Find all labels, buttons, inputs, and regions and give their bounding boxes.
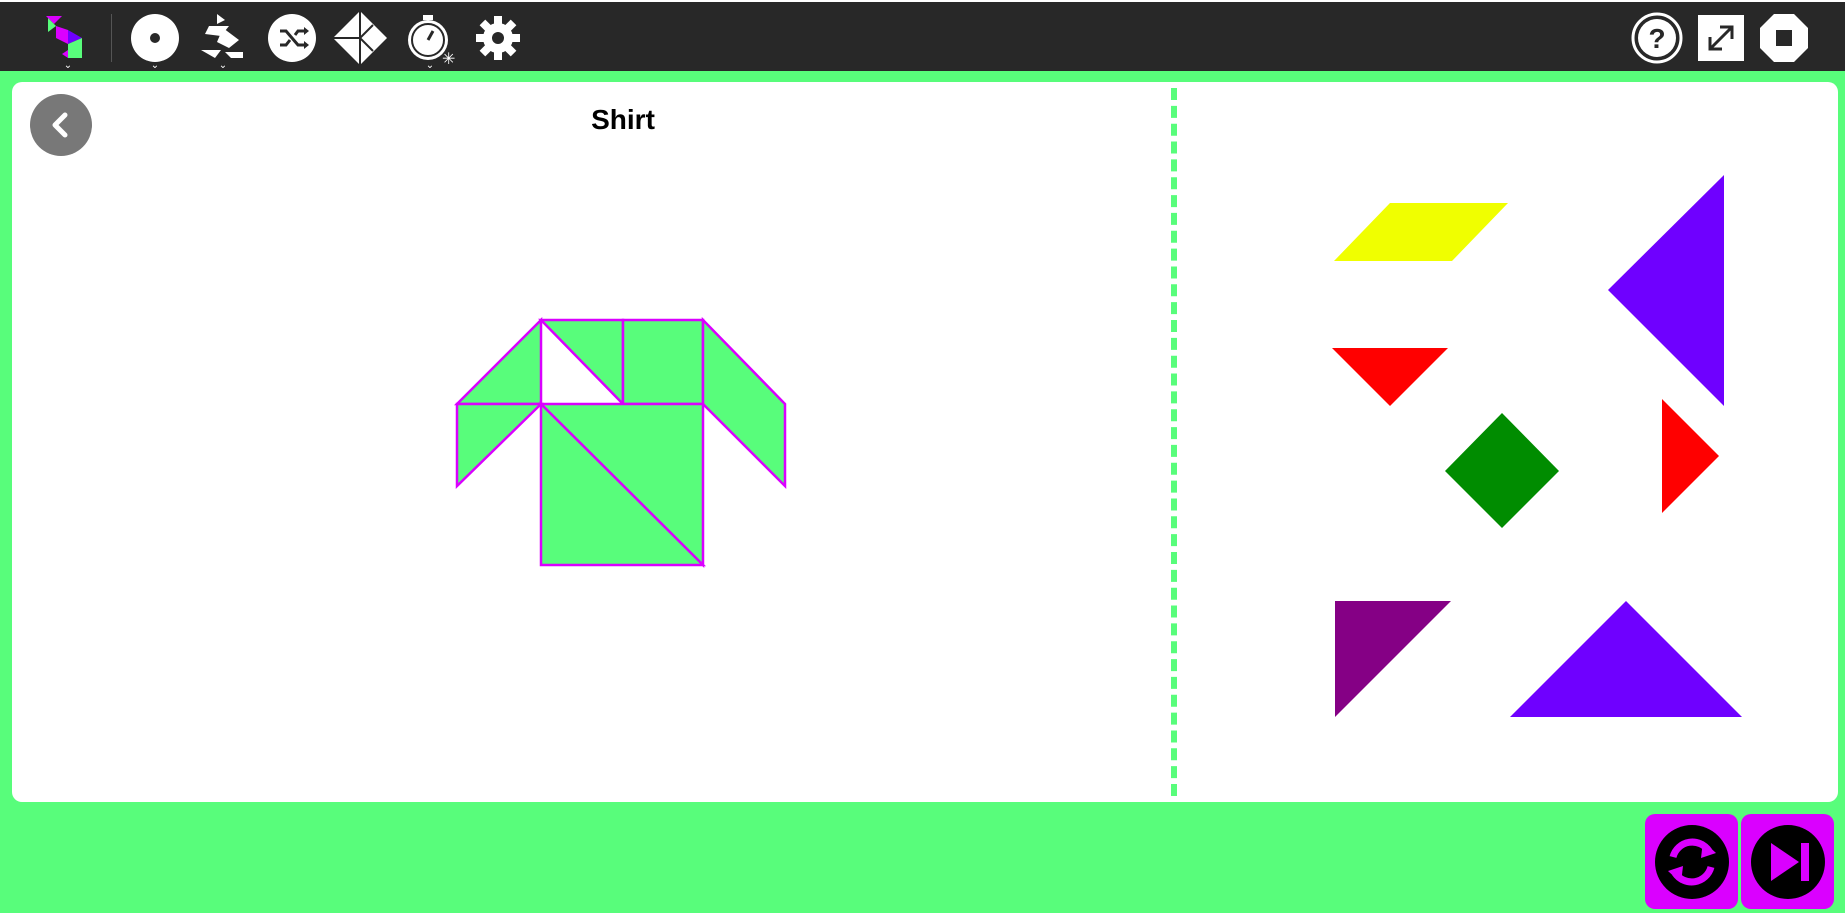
skip-next-icon bbox=[1750, 824, 1825, 899]
toolbar: ⌄ ⌄ ⌄ ✳ ⌄ ? bbox=[0, 0, 1845, 71]
square-green-piece[interactable] bbox=[1445, 413, 1559, 528]
target-shape bbox=[453, 316, 787, 569]
svg-text:?: ? bbox=[1648, 23, 1665, 54]
small-triangle-red-left-piece[interactable] bbox=[1332, 348, 1448, 406]
large-triangle-violet-bottom-piece[interactable] bbox=[1510, 601, 1742, 717]
settings-button[interactable] bbox=[468, 8, 528, 68]
tangram-square-icon bbox=[333, 11, 387, 65]
shuffle-icon bbox=[268, 14, 316, 62]
chevron-down-icon: ⌄ bbox=[63, 60, 73, 71]
target-piece bbox=[701, 316, 787, 490]
stop-button[interactable] bbox=[1754, 8, 1814, 68]
chevron-down-icon: ⌄ bbox=[218, 60, 228, 71]
tangram-logo-icon bbox=[46, 16, 82, 58]
target-piece bbox=[455, 402, 545, 489]
fullscreen-button[interactable] bbox=[1691, 8, 1751, 68]
skip-next-button[interactable] bbox=[1741, 814, 1834, 909]
target-piece bbox=[538, 318, 625, 408]
fullscreen-icon bbox=[1698, 15, 1744, 61]
restart-icon bbox=[1654, 824, 1729, 899]
help-button[interactable]: ? bbox=[1627, 8, 1687, 68]
puzzle-canvas bbox=[453, 175, 1742, 717]
chevron-down-icon: ⌄ bbox=[425, 60, 435, 71]
target-icon bbox=[131, 14, 179, 62]
puzzle-board: Shirt bbox=[12, 82, 1838, 802]
help-icon: ? bbox=[1631, 12, 1683, 64]
parallelogram-yellow-piece[interactable] bbox=[1334, 203, 1508, 261]
timer-icon: ✳ bbox=[408, 15, 455, 66]
timer-button[interactable]: ✳ ⌄ bbox=[400, 8, 460, 71]
restart-button[interactable] bbox=[1645, 814, 1738, 909]
tangram-logo-button[interactable]: ⌄ bbox=[38, 8, 98, 71]
chevron-down-icon: ⌄ bbox=[150, 60, 160, 71]
level-button[interactable]: ⌄ bbox=[125, 8, 185, 71]
toolbar-separator bbox=[111, 14, 112, 62]
tangram-figure-icon bbox=[201, 14, 243, 58]
medium-triangle-purple-piece[interactable] bbox=[1335, 601, 1451, 717]
large-triangle-violet-right-piece[interactable] bbox=[1608, 175, 1724, 406]
tangram-square-button[interactable] bbox=[330, 8, 390, 68]
target-piece bbox=[453, 316, 543, 406]
gear-icon bbox=[476, 16, 520, 60]
stop-icon bbox=[1760, 14, 1808, 62]
target-piece bbox=[621, 318, 705, 406]
small-triangle-red-right-piece[interactable] bbox=[1662, 399, 1719, 513]
svg-text:✳: ✳ bbox=[442, 49, 455, 66]
figure-button[interactable]: ⌄ bbox=[193, 8, 253, 71]
shuffle-button[interactable] bbox=[262, 8, 322, 68]
